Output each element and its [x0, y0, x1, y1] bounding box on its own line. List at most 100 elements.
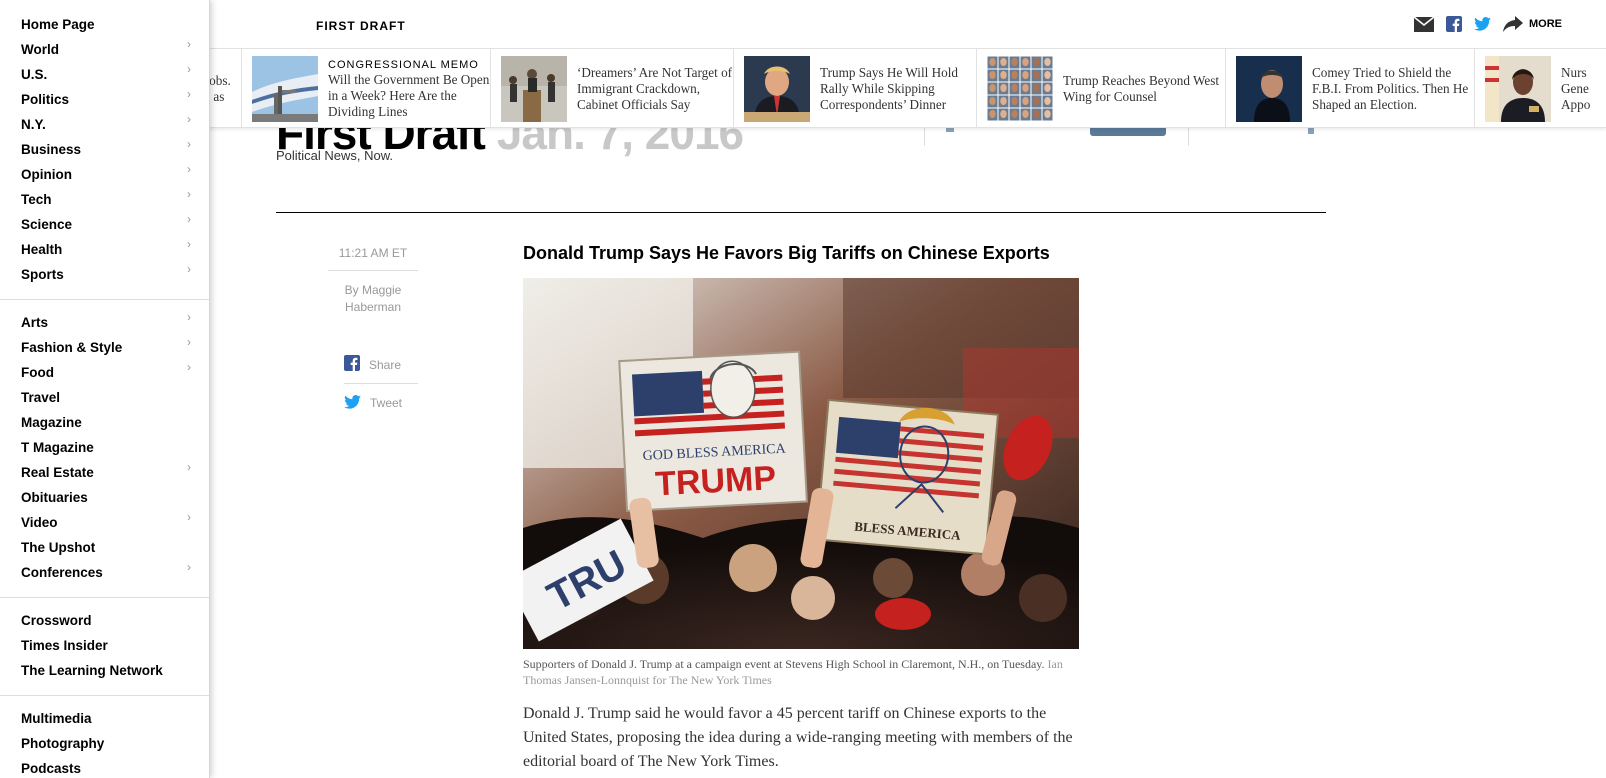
sign1-line2: TRUMP [654, 459, 777, 503]
chevron-right-icon: › [187, 510, 191, 524]
post-timestamp[interactable]: 11:21 AM ET [328, 246, 418, 271]
chevron-right-icon: › [187, 162, 191, 176]
ribbon-item-1[interactable]: CONGRESSIONAL MEMO Will the Government B… [242, 49, 491, 127]
facebook-share-button[interactable]: Share [344, 346, 418, 384]
sidebar-item-obituaries[interactable]: Obituaries [0, 485, 209, 510]
sidebar-item-tech[interactable]: Tech › [0, 187, 209, 212]
nav-group: Multimedia Photography Podcasts [0, 696, 209, 778]
caption-text: Supporters of Donald J. Trump at a campa… [523, 657, 1045, 671]
facebook-icon [344, 355, 360, 374]
sidebar-item-label: The Upshot [21, 540, 96, 555]
nav-group: Arts › Fashion & Style › Food › Travel Magazine… [0, 300, 209, 598]
ribbon-item-4[interactable]: Trump Reaches Beyond West Wing for Couns… [977, 49, 1226, 127]
sidebar-item-politics[interactable]: Politics › [0, 87, 209, 112]
sidebar-item-label: T Magazine [21, 440, 94, 455]
chevron-right-icon: › [187, 237, 191, 251]
sidebar-item-label: Multimedia [21, 711, 92, 726]
sidebar-item-science[interactable]: Science › [0, 212, 209, 237]
newsletter-icon[interactable] [946, 128, 954, 132]
sidebar-item-n-y[interactable]: N.Y. › [0, 112, 209, 137]
sidebar-item-magazine[interactable]: Magazine [0, 410, 209, 435]
sidebar-item-label: Science [21, 217, 73, 232]
sidebar-item-arts[interactable]: Arts › [0, 310, 209, 335]
header-divider [1188, 128, 1189, 146]
sidebar-item-world[interactable]: World › [0, 37, 209, 62]
article-body: Donald J. Trump said he would favor a 45… [523, 705, 1073, 770]
chevron-right-icon: › [187, 212, 191, 226]
section-title[interactable]: FIRST DRAFT [316, 19, 406, 33]
more-label: MORE [1529, 18, 1562, 30]
sidebar-item-label: Sports [21, 267, 64, 282]
more-share-button[interactable]: MORE [1503, 16, 1562, 32]
sidebar-item-photography[interactable]: Photography [0, 731, 209, 756]
sidebar-item-multimedia[interactable]: Multimedia [0, 706, 209, 731]
sidebar-item-label: Food [21, 365, 54, 380]
chevron-right-icon: › [187, 460, 191, 474]
post-headline[interactable]: Donald Trump Says He Favors Big Tariffs … [523, 242, 1083, 264]
ribbon-headline: Trump Reaches Beyond West Wing for Couns… [1063, 72, 1220, 104]
sidebar-item-sports[interactable]: Sports › [0, 262, 209, 287]
facebook-icon[interactable] [1308, 128, 1314, 134]
sidebar-item-label: Conferences [21, 565, 103, 580]
ribbon-thumbnail [252, 55, 318, 122]
twitter-share-button[interactable]: Tweet [344, 384, 418, 422]
sidebar-item-label: Travel [21, 390, 61, 405]
chevron-right-icon: › [187, 262, 191, 276]
sidebar-item-t-magazine[interactable]: T Magazine [0, 435, 209, 460]
sidebar-item-travel[interactable]: Travel [0, 385, 209, 410]
sidebar-item-label: Times Insider [21, 638, 108, 653]
blog-tagline: Political News, Now. [276, 148, 394, 163]
ribbon-item-0[interactable]: Jobs. 't as [206, 49, 242, 127]
subscribe-button[interactable] [1090, 128, 1166, 136]
sidebar-item-label: Politics [21, 92, 70, 107]
sidebar-item-conferences[interactable]: Conferences › [0, 560, 209, 585]
facebook-icon[interactable] [1446, 16, 1462, 32]
sidebar-item-label: N.Y. [21, 117, 46, 132]
sidebar-item-business[interactable]: Business › [0, 137, 209, 162]
chevron-right-icon: › [187, 360, 191, 374]
sidebar-item-label: Health [21, 242, 63, 257]
sidebar-item-u-s[interactable]: U.S. › [0, 62, 209, 87]
ribbon-headline: Trump Says He Will Hold Rally While Skip… [820, 64, 958, 112]
sidebar-item-the-learning-network[interactable]: The Learning Network [0, 658, 209, 683]
post-meta: 11:21 AM ET By Maggie Haberman Share Twe… [328, 246, 418, 422]
sidebar-item-label: World [21, 42, 59, 57]
sidebar-item-times-insider[interactable]: Times Insider [0, 633, 209, 658]
sidebar-item-health[interactable]: Health › [0, 237, 209, 262]
sidebar-item-food[interactable]: Food › [0, 360, 209, 385]
header-rule [276, 212, 1326, 213]
article: Donald Trump Says He Favors Big Tariffs … [523, 242, 1083, 774]
ribbon-item-5[interactable]: Comey Tried to Shield the F.B.I. From Po… [1226, 49, 1475, 127]
sidebar-item-label: U.S. [21, 67, 48, 82]
sidebar-item-home-page[interactable]: Home Page [0, 12, 209, 37]
sidebar-item-label: Real Estate [21, 465, 94, 480]
sidebar-item-label: Opinion [21, 167, 72, 182]
ribbon-item-3[interactable]: Trump Says He Will Hold Rally While Skip… [734, 49, 977, 127]
sidebar-item-fashion-style[interactable]: Fashion & Style › [0, 335, 209, 360]
sidebar-item-video[interactable]: Video › [0, 510, 209, 535]
tweet-label: Tweet [370, 396, 403, 410]
share-tools: Share Tweet [344, 346, 418, 422]
sidebar-item-opinion[interactable]: Opinion › [0, 162, 209, 187]
sidebar-item-label: Fashion & Style [21, 340, 123, 355]
ribbon-item-6[interactable]: Nurs Gene Appo [1475, 49, 1606, 127]
masthead-bar: FIRST DRAFT MORE [0, 0, 1606, 48]
email-icon[interactable] [1414, 16, 1434, 32]
post-byline[interactable]: By Maggie Haberman [328, 271, 418, 316]
ribbon-headline: Nurs Gene Appo [1561, 64, 1591, 112]
ribbon-item-2[interactable]: ‘Dreamers’ Are Not Target of Immigrant C… [491, 49, 734, 127]
ribbon-headline: Will the Government Be Open in a Week? H… [328, 71, 490, 119]
sidebar-item-real-estate[interactable]: Real Estate › [0, 460, 209, 485]
ribbon-thumbnail [1236, 55, 1302, 122]
sidebar-item-podcasts[interactable]: Podcasts [0, 756, 209, 778]
article-photo[interactable]: TRU GOD BLESS AMERICA TRUMP BLESS AMERIC… [523, 278, 1079, 649]
chevron-right-icon: › [187, 112, 191, 126]
ribbon-thumbnail [744, 55, 810, 122]
sidebar-item-the-upshot[interactable]: The Upshot [0, 535, 209, 560]
chevron-right-icon: › [187, 37, 191, 51]
ribbon-thumbnail [1485, 55, 1551, 122]
chevron-right-icon: › [187, 137, 191, 151]
share-label: Share [369, 357, 402, 372]
twitter-icon[interactable] [1474, 17, 1491, 31]
sidebar-item-crossword[interactable]: Crossword [0, 608, 209, 633]
